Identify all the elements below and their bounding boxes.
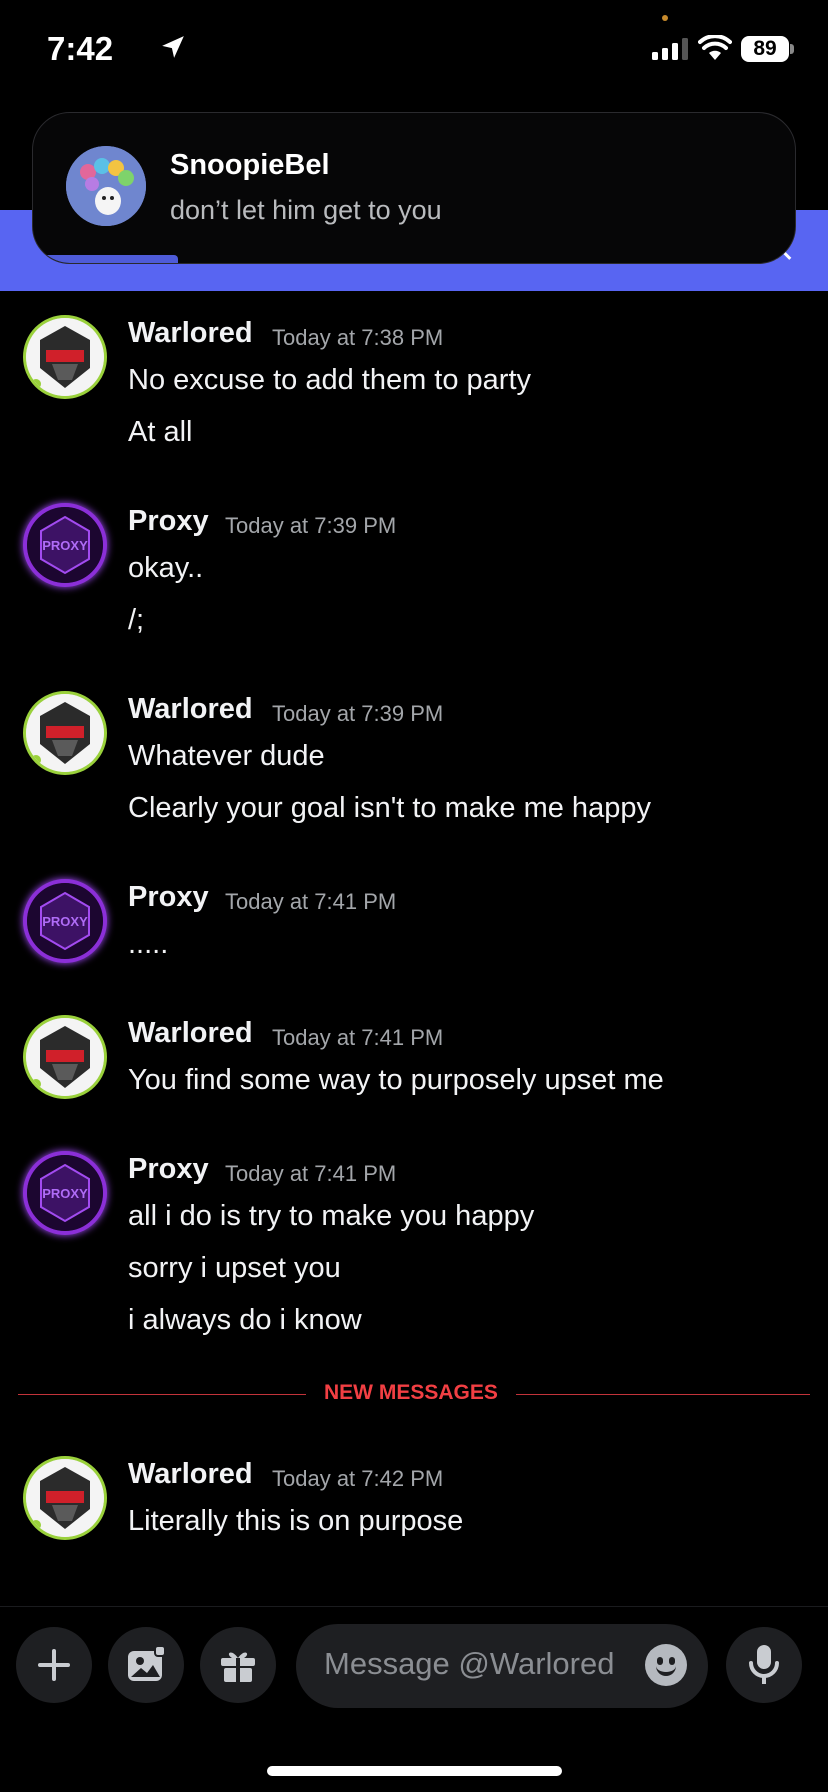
push-notification[interactable]: SnoopieBel don’t let him get to you [32,112,796,264]
status-time: 7:42 [47,30,114,67]
message-text: okay.. [128,552,204,584]
notification-sender: SnoopieBel [170,149,330,181]
gift-button[interactable] [200,1627,276,1703]
avatar-proxy[interactable]: PROXY [23,879,107,963]
proxy-avatar-art: PROXY [27,1155,103,1231]
avatar-warlored[interactable] [23,315,107,399]
message-text: Clearly your goal isn't to make me happy [128,792,651,824]
message-author[interactable]: Warlored [128,1458,253,1491]
notification-text: don’t let him get to you [170,195,442,225]
message-timestamp: Today at 7:39 PM [272,701,444,726]
signal-icon [652,38,688,60]
avatar-warlored[interactable] [23,691,107,775]
emoji-mouth [656,1666,676,1676]
warlored-avatar-art [26,318,104,396]
message-author[interactable]: Warlored [128,693,253,726]
message-timestamp: Today at 7:39 PM [225,513,397,538]
emoji-icon[interactable] [645,1644,687,1686]
home-indicator[interactable] [267,1766,562,1776]
location-arrow-icon [162,36,184,58]
message-text: sorry i upset you [128,1252,341,1284]
svg-text:PROXY: PROXY [42,914,88,929]
message-timestamp: Today at 7:38 PM [272,325,444,350]
message-text: At all [128,416,193,448]
plus-icon [38,1649,70,1681]
message-text: Literally this is on purpose [128,1505,464,1537]
composer-divider [0,1606,828,1607]
message-author[interactable]: Proxy [128,881,209,914]
avatar-proxy[interactable]: PROXY [23,1151,107,1235]
message-author[interactable]: Proxy [128,505,209,538]
message-text: You find some way to purposely upset me [128,1064,664,1096]
proxy-avatar-art: PROXY [27,883,103,959]
svg-text:PROXY: PROXY [42,538,88,553]
message-timestamp: Today at 7:41 PM [272,1025,444,1050]
message-author[interactable]: Warlored [128,1017,253,1050]
warlored-avatar-art [26,1018,104,1096]
message-text: ..... [128,928,169,960]
new-messages-label: NEW MESSAGES [306,1381,516,1405]
warlored-avatar-art [26,694,104,772]
message-timestamp: Today at 7:41 PM [225,889,397,914]
image-icon [128,1645,166,1681]
privacy-indicator [662,15,668,21]
voice-message-button[interactable] [726,1627,802,1703]
message-author[interactable]: Warlored [128,317,253,350]
message-text: Whatever dude [128,740,325,772]
message-text: No excuse to add them to party [128,364,531,396]
warlored-avatar-art [26,1459,104,1537]
media-button[interactable] [108,1627,184,1703]
message-timestamp: Today at 7:42 PM [272,1466,444,1491]
avatar-warlored[interactable] [23,1456,107,1540]
message-text: all i do is try to make you happy [128,1200,535,1232]
svg-text:PROXY: PROXY [42,1186,88,1201]
avatar-proxy[interactable]: PROXY [23,503,107,587]
message-author[interactable]: Proxy [128,1153,209,1186]
message-timestamp: Today at 7:41 PM [225,1161,397,1186]
status-bar: 7:42 89 [0,0,828,100]
message-input-placeholder: Message @Warlored [324,1646,615,1681]
microphone-icon [749,1645,779,1684]
wifi-icon [698,35,732,60]
proxy-avatar-art: PROXY [27,507,103,583]
notification-avatar [66,146,146,226]
message-text: i always do i know [128,1304,362,1336]
notification-progress [33,255,178,263]
add-attachment-button[interactable] [16,1627,92,1703]
gift-icon [221,1652,255,1682]
avatar-warlored[interactable] [23,1015,107,1099]
battery-icon: 89 [741,36,789,62]
battery-level: 89 [753,37,777,60]
message-text: /; [128,604,145,636]
battery-tip [790,44,794,54]
